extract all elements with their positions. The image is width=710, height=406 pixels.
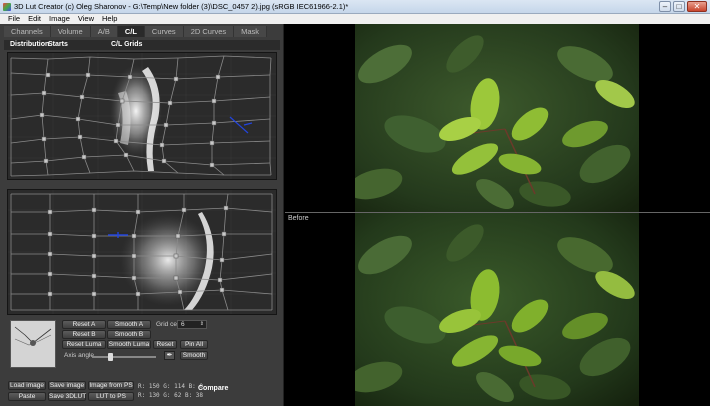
preview-image-before[interactable] [355, 213, 639, 406]
pin-all-button[interactable]: Pin All [180, 340, 208, 349]
tab-2d-curves[interactable]: 2D Curves [183, 26, 235, 37]
axis-angle-slider-knob[interactable] [108, 353, 113, 361]
maximize-icon[interactable]: □ [673, 1, 685, 12]
title-bar: 3D Lut Creator (c) Oleg Sharonov - G:\Te… [0, 0, 710, 14]
cl-grid-bottom-canvas[interactable] [8, 190, 276, 314]
before-label: Before [288, 215, 309, 222]
left-panel: Channels Volume A/B C/L Curves 2D Curves… [0, 24, 284, 406]
spinner-arrows-icon[interactable]: ⇕ [200, 321, 204, 328]
compare-toggle[interactable]: Compare [198, 385, 228, 392]
eyedropper-icon[interactable]: ✒ [164, 351, 175, 360]
tab-ab[interactable]: A/B [90, 26, 118, 37]
smooth-button[interactable]: Smooth [180, 351, 208, 360]
axis-preview-canvas [11, 321, 55, 367]
cl-grid-top-canvas[interactable] [8, 53, 276, 179]
before-photo-canvas [355, 213, 639, 406]
bottom-toolbar: Load image Save image Image from PS Past… [0, 378, 284, 406]
reset-luma-button[interactable]: Reset Luma [62, 340, 106, 349]
window-controls: – □ ✕ [659, 1, 707, 12]
menu-help[interactable]: Help [102, 14, 117, 24]
lut-to-ps-button[interactable]: LUT to PS [88, 392, 134, 401]
menu-edit[interactable]: Edit [28, 14, 41, 24]
cl-grid-top[interactable] [7, 52, 277, 180]
reset-b-button[interactable]: Reset B [62, 330, 106, 339]
tab-bar: Channels Volume A/B C/L Curves 2D Curves… [4, 26, 268, 37]
axis-angle-slider[interactable] [92, 356, 156, 358]
tab-channels[interactable]: Channels [4, 26, 51, 37]
close-icon[interactable]: ✕ [687, 1, 707, 12]
menu-image[interactable]: Image [49, 14, 70, 24]
save-3dlut-button[interactable]: Save 3DLUT [48, 392, 86, 401]
preview-image-after[interactable] [355, 24, 639, 212]
grid-cells-value: 6 [181, 321, 185, 328]
grid-cells-spinner[interactable]: 6 ⇕ [177, 320, 207, 329]
menu-view[interactable]: View [78, 14, 94, 24]
menu-file[interactable]: File [8, 14, 20, 24]
subtab-distribution[interactable]: Distribution [10, 40, 49, 50]
pixel-readout-before: R: 150 G: 114 B: 0 [138, 383, 204, 390]
load-image-button[interactable]: Load image [8, 381, 46, 390]
tab-volume[interactable]: Volume [50, 26, 91, 37]
image-from-ps-button[interactable]: Image from PS [88, 381, 134, 390]
subtab-starts[interactable]: Starts [48, 40, 68, 50]
after-photo-canvas [355, 24, 639, 212]
reset-a-button[interactable]: Reset A [62, 320, 106, 329]
preview-panel: Before [285, 24, 710, 406]
axis-angle-label: Axis angle [64, 352, 94, 359]
smooth-b-button[interactable]: Smooth B [107, 330, 151, 339]
smooth-luma-button[interactable]: Smooth Luma [107, 340, 151, 349]
window-title: 3D Lut Creator (c) Oleg Sharonov - G:\Te… [14, 2, 349, 11]
tab-curves[interactable]: Curves [144, 26, 184, 37]
menu-bar: File Edit Image View Help [0, 14, 710, 24]
minimize-icon[interactable]: – [659, 1, 671, 12]
smooth-a-button[interactable]: Smooth A [107, 320, 151, 329]
control-panel: Reset A Smooth A Grid cells 6 ⇕ Reset B … [0, 320, 284, 376]
cl-grid-bottom[interactable] [7, 189, 277, 315]
axis-preview-thumbnail[interactable] [10, 320, 56, 368]
subtab-cl-grids[interactable]: C/L Grids [111, 40, 142, 50]
reset-button[interactable]: Reset [153, 340, 177, 349]
pixel-readout-after: R: 130 G: 62 B: 38 [138, 392, 204, 399]
tab-mask[interactable]: Mask [234, 26, 268, 37]
tab-cl[interactable]: C/L [117, 26, 145, 37]
app-icon [3, 3, 11, 11]
subtab-bar: Distribution Starts C/L Grids [4, 40, 280, 50]
save-image-button[interactable]: Save image [48, 381, 86, 390]
paste-button[interactable]: Paste [8, 392, 46, 401]
